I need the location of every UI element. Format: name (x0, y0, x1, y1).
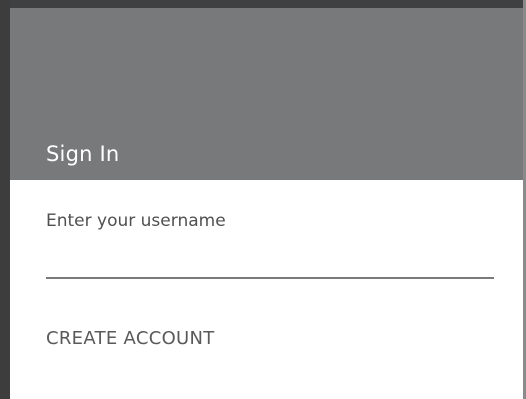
dialog-title: Sign In (46, 142, 120, 166)
username-input[interactable] (46, 207, 494, 235)
sign-in-dialog: Sign In CREATE ACCOUNT (10, 0, 523, 399)
username-underline (46, 277, 494, 279)
left-edge (0, 0, 10, 399)
dialog-header: Sign In (10, 8, 523, 180)
create-account-button[interactable]: CREATE ACCOUNT (46, 328, 215, 349)
username-field[interactable] (46, 207, 494, 279)
dialog-body: CREATE ACCOUNT (10, 180, 523, 399)
